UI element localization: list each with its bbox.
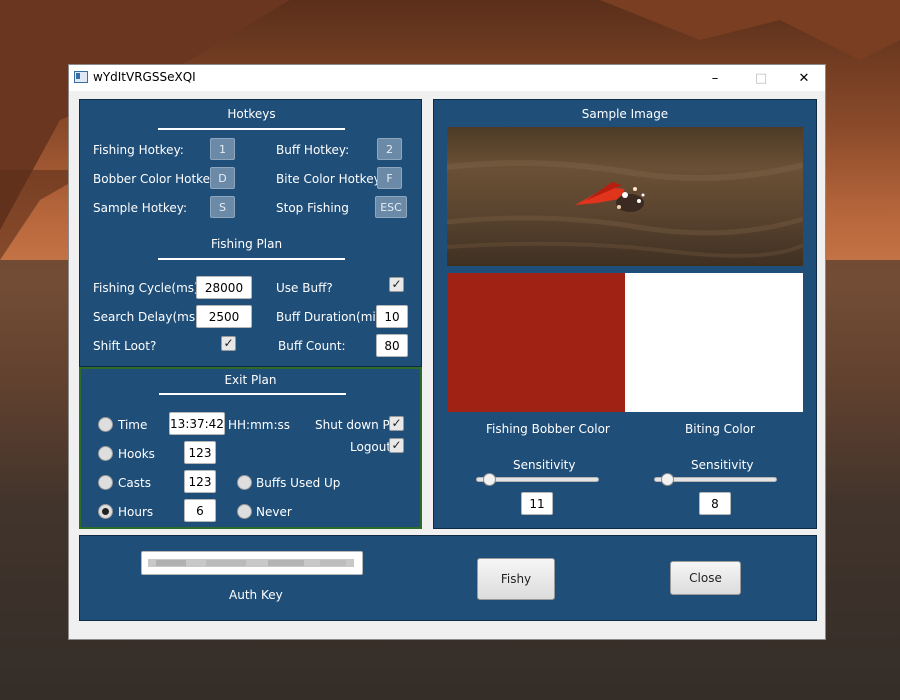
close-button[interactable]: Close <box>670 561 741 595</box>
biting-color-label: Biting Color <box>685 422 755 436</box>
fishing-plan-header: Fishing Plan <box>210 237 283 251</box>
fishing-plan-divider <box>158 258 345 260</box>
biting-color-swatch[interactable] <box>625 273 803 412</box>
casts-input[interactable]: 123 <box>184 470 216 493</box>
buff-duration-input[interactable]: 10 <box>376 305 408 328</box>
logout-label: Logout <box>350 440 392 454</box>
sensitivity-right-slider-thumb[interactable] <box>660 473 674 486</box>
sensitivity-left-slider-thumb[interactable] <box>482 473 496 486</box>
shift-loot-checkbox[interactable]: ✓ <box>221 336 236 351</box>
fishing-hotkey-button[interactable]: 1 <box>210 138 235 160</box>
fishing-cycle-input[interactable]: 28000 <box>196 276 252 299</box>
bobber-color-swatch[interactable] <box>447 273 625 412</box>
sensitivity-left-label: Sensitivity <box>513 458 576 472</box>
auth-key-redacted <box>148 559 354 567</box>
use-buff-label: Use Buff? <box>276 281 333 295</box>
sample-image <box>447 127 803 266</box>
buff-hotkey-button[interactable]: 2 <box>377 138 402 160</box>
bobber-color-hotkey-button[interactable]: D <box>210 167 235 189</box>
exit-plan-header: Exit Plan <box>224 373 277 387</box>
fishing-cycle-label: Fishing Cycle(ms): <box>93 281 203 295</box>
footer-panel: Auth Key Fishy Close <box>79 535 817 621</box>
hours-label: Hours <box>118 505 154 519</box>
stop-fishing-label: Stop Fishing <box>276 201 349 215</box>
use-buff-checkbox[interactable]: ✓ <box>389 277 404 292</box>
buff-count-input[interactable]: 80 <box>376 334 408 357</box>
fishy-button[interactable]: Fishy <box>477 558 555 600</box>
sample-hotkey-label: Sample Hotkey: <box>93 201 188 215</box>
buffs-used-up-radio[interactable] <box>237 475 252 490</box>
maximize-button[interactable]: □ <box>738 65 784 91</box>
minimize-button[interactable]: – <box>692 65 738 91</box>
hooks-label: Hooks <box>118 447 155 461</box>
buff-count-label: Buff Count: <box>278 339 346 353</box>
window-title: wYdItVRGSSeXQI <box>93 70 196 84</box>
buff-hotkey-label: Buff Hotkey: <box>276 143 350 157</box>
search-delay-label: Search Delay(ms): <box>93 310 204 324</box>
never-label: Never <box>256 505 292 519</box>
auth-key-input[interactable] <box>141 551 363 575</box>
app-window: wYdItVRGSSeXQI – □ ✕ Hotkeys Fishing Hot… <box>68 64 826 640</box>
title-bar[interactable]: wYdItVRGSSeXQI – □ ✕ <box>69 65 825 91</box>
app-icon <box>74 71 88 83</box>
shutdown-label: Shut down PC <box>315 418 399 432</box>
sensitivity-right-label: Sensitivity <box>691 458 754 472</box>
bite-color-hotkey-button[interactable]: F <box>377 167 402 189</box>
close-window-button[interactable]: ✕ <box>781 65 827 91</box>
time-radio[interactable] <box>98 417 113 432</box>
hooks-input[interactable]: 123 <box>184 441 216 464</box>
casts-label: Casts <box>118 476 151 490</box>
bobber-color-hotkey-label: Bobber Color Hotkey: <box>93 172 221 186</box>
shift-loot-label: Shift Loot? <box>93 339 157 353</box>
fishing-hotkey-label: Fishing Hotkey: <box>93 143 184 157</box>
sensitivity-left-value[interactable]: 11 <box>521 492 553 515</box>
never-radio[interactable] <box>237 504 252 519</box>
hotkeys-panel: Hotkeys Fishing Hotkey: 1 Buff Hotkey: 2… <box>79 99 422 367</box>
exit-plan-panel: Exit Plan Time 13:37:42 HH:mm:ss Shut do… <box>79 367 422 529</box>
stop-fishing-hotkey-button[interactable]: ESC <box>375 196 407 218</box>
time-format-label: HH:mm:ss <box>228 418 291 432</box>
hotkeys-divider <box>158 128 345 130</box>
time-label: Time <box>118 418 148 432</box>
hours-input[interactable]: 6 <box>184 499 216 522</box>
logout-checkbox[interactable]: ✓ <box>389 438 404 453</box>
sample-image-header: Sample Image <box>581 107 669 121</box>
sensitivity-right-value[interactable]: 8 <box>699 492 731 515</box>
casts-radio[interactable] <box>98 475 113 490</box>
shutdown-checkbox[interactable]: ✓ <box>389 416 404 431</box>
hooks-radio[interactable] <box>98 446 113 461</box>
buffs-used-up-label: Buffs Used Up <box>256 476 341 490</box>
hours-radio[interactable] <box>98 504 113 519</box>
auth-key-label: Auth Key <box>229 588 283 602</box>
sample-image-panel: Sample Image Fishing Bobber Color Biting… <box>433 99 817 529</box>
hotkeys-header: Hotkeys <box>227 107 276 121</box>
buff-duration-label: Buff Duration(min): <box>276 310 393 324</box>
bite-color-hotkey-label: Bite Color Hotkey: <box>276 172 384 186</box>
exit-plan-divider <box>159 393 346 395</box>
bobber-color-label: Fishing Bobber Color <box>486 422 610 436</box>
time-input[interactable]: 13:37:42 <box>169 412 225 435</box>
sample-hotkey-button[interactable]: S <box>210 196 235 218</box>
search-delay-input[interactable]: 2500 <box>196 305 252 328</box>
